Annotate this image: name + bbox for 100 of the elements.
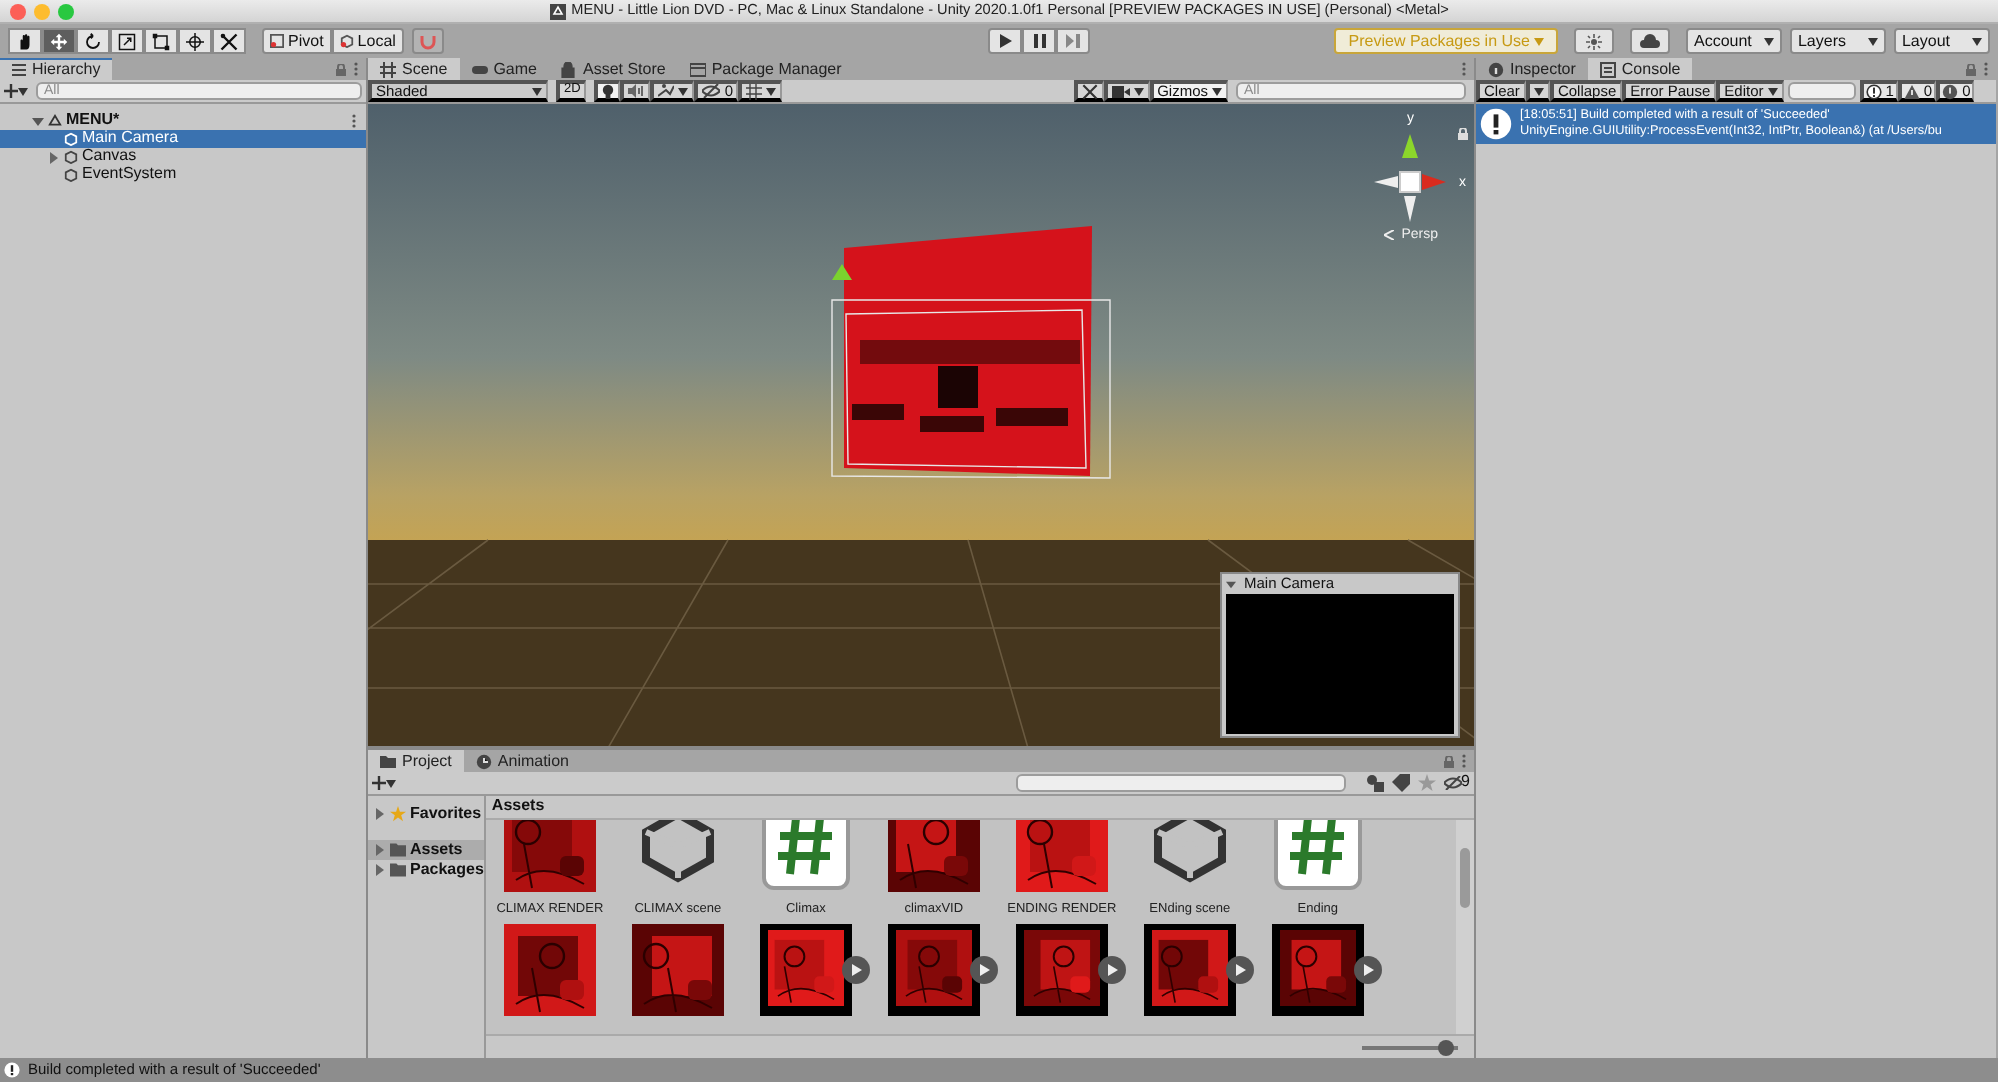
custom-tool-button[interactable] bbox=[212, 28, 246, 54]
pause-button[interactable] bbox=[1022, 28, 1057, 54]
tools-icon bbox=[1081, 83, 1098, 99]
add-button[interactable] bbox=[372, 776, 396, 790]
package-icon bbox=[689, 61, 706, 77]
scene-row[interactable]: MENU* bbox=[0, 112, 366, 130]
effects-icon bbox=[658, 83, 675, 99]
game-icon bbox=[471, 61, 488, 77]
scene-tab[interactable]: Scene bbox=[368, 58, 460, 80]
move-icon bbox=[50, 31, 68, 51]
caret-icon bbox=[1533, 87, 1544, 95]
play-button[interactable] bbox=[988, 28, 1023, 54]
lock-icon bbox=[1966, 63, 1976, 75]
console-tab[interactable]: Console bbox=[1587, 58, 1693, 80]
rotate-tool-button[interactable] bbox=[76, 28, 110, 54]
breadcrumb[interactable]: Assets bbox=[491, 798, 545, 816]
search-field[interactable] bbox=[1787, 82, 1856, 100]
folder-tab[interactable]: Project bbox=[368, 750, 464, 772]
menu-dropdown[interactable]: Layers bbox=[1789, 28, 1886, 54]
transform-tool-button[interactable] bbox=[178, 28, 212, 54]
collapsed-arrow-icon bbox=[374, 808, 386, 820]
unity-icon bbox=[48, 114, 62, 128]
grid-dropdown[interactable] bbox=[738, 80, 783, 102]
hierarchy-item[interactable]: Canvas bbox=[0, 148, 366, 166]
search-field[interactable] bbox=[1015, 774, 1346, 792]
hidden-eye-icon bbox=[1443, 775, 1462, 790]
caret-icon bbox=[18, 87, 28, 95]
scale-icon bbox=[118, 31, 136, 51]
caret-icon bbox=[1767, 87, 1778, 95]
hidden-packages-toggle[interactable]: 9 bbox=[1443, 774, 1470, 792]
folder-item[interactable]: Packages bbox=[368, 860, 484, 880]
plus-icon bbox=[4, 84, 18, 98]
lock-icon bbox=[1458, 128, 1468, 140]
axis-gizmo-drawing[interactable] bbox=[1370, 130, 1450, 222]
lighting-toggle[interactable] bbox=[594, 80, 621, 102]
hand-icon bbox=[16, 31, 34, 51]
favorites-item[interactable]: Favorites bbox=[368, 804, 484, 824]
lock-icon bbox=[1444, 755, 1454, 767]
sun-icon bbox=[1585, 33, 1602, 49]
list-icon bbox=[12, 64, 26, 76]
info-icon bbox=[1488, 61, 1504, 77]
cube-icon bbox=[339, 34, 354, 48]
script-file-icon bbox=[1273, 820, 1362, 890]
clock-tab[interactable]: Animation bbox=[463, 750, 581, 772]
caret-icon bbox=[1133, 87, 1144, 95]
tools-button[interactable] bbox=[1073, 80, 1104, 102]
hierarchy-item[interactable]: EventSystem bbox=[0, 166, 366, 184]
info-icon bbox=[1865, 83, 1882, 99]
warning-icon bbox=[1903, 83, 1920, 99]
expanded-arrow-icon bbox=[32, 115, 44, 127]
play-icon bbox=[999, 34, 1012, 48]
store-icon bbox=[560, 61, 577, 77]
cloud-icon bbox=[1639, 34, 1660, 48]
speaker-icon bbox=[628, 84, 645, 98]
info-icon bbox=[4, 1062, 20, 1078]
step-icon bbox=[1066, 34, 1081, 48]
info-tab[interactable]: Inspector bbox=[1476, 58, 1588, 80]
slider-thumb[interactable] bbox=[1438, 1039, 1454, 1055]
menu-dropdown[interactable]: Layout bbox=[1893, 28, 1990, 54]
menu-dropdown[interactable]: Account bbox=[1685, 28, 1782, 54]
plus-icon bbox=[372, 776, 386, 790]
store-tab[interactable]: Asset Store bbox=[548, 58, 678, 80]
caret-icon bbox=[532, 87, 542, 95]
camera-dropdown[interactable] bbox=[1103, 80, 1150, 102]
hierarchy-tab[interactable]: Hierarchy bbox=[0, 58, 113, 80]
hidden-eye-icon bbox=[702, 84, 721, 98]
caret-icon bbox=[1867, 37, 1878, 45]
cloud-button[interactable] bbox=[1629, 28, 1670, 54]
grid-icon bbox=[746, 83, 763, 99]
move-tool-button[interactable] bbox=[42, 28, 76, 54]
hierarchy-item[interactable]: Main Camera bbox=[0, 130, 366, 148]
effects-dropdown[interactable] bbox=[650, 80, 695, 102]
rect-icon bbox=[152, 31, 170, 51]
expanded-arrow-icon bbox=[1226, 579, 1236, 589]
custom-icon bbox=[220, 31, 238, 51]
perspective-icon bbox=[1383, 230, 1394, 241]
clear-options-dropdown[interactable] bbox=[1525, 80, 1550, 102]
rect-tool-button[interactable] bbox=[144, 28, 178, 54]
package-tab[interactable]: Package Manager bbox=[677, 58, 854, 80]
play-icon bbox=[1353, 956, 1382, 985]
script-file-icon bbox=[761, 820, 850, 890]
scrollbar[interactable] bbox=[1456, 820, 1474, 1034]
play-icon bbox=[1097, 956, 1126, 985]
local-button[interactable]: Local bbox=[331, 28, 404, 54]
scene-icon bbox=[380, 61, 396, 77]
folder-item[interactable]: Assets bbox=[368, 840, 484, 860]
play-icon bbox=[969, 956, 998, 985]
clock-icon bbox=[475, 753, 492, 769]
collab-button[interactable] bbox=[1573, 28, 1614, 54]
audio-toggle[interactable] bbox=[620, 80, 651, 102]
icon-size-slider[interactable] bbox=[1362, 1039, 1458, 1055]
game-tab[interactable]: Game bbox=[459, 58, 549, 80]
caret-icon bbox=[1971, 37, 1982, 45]
add-button[interactable] bbox=[4, 84, 28, 98]
caret-icon bbox=[1533, 37, 1544, 45]
scale-tool-button[interactable] bbox=[110, 28, 144, 54]
hand-tool-button[interactable] bbox=[8, 28, 42, 54]
console-icon bbox=[1599, 61, 1616, 77]
pivot-button[interactable]: Pivot bbox=[262, 28, 332, 54]
unity-logo-icon bbox=[549, 3, 566, 19]
